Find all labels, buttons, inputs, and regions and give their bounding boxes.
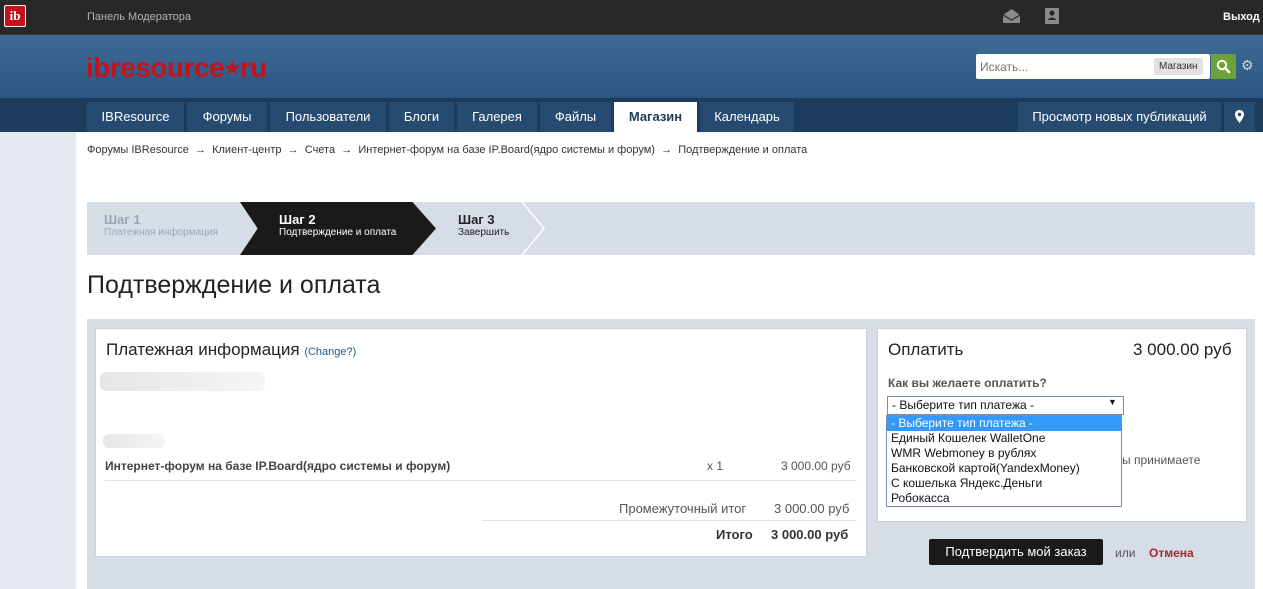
order-item-quantity: x 1: [707, 459, 724, 473]
search-input[interactable]: [980, 55, 1150, 78]
redacted-address-block: [100, 372, 265, 391]
billing-panel: [95, 328, 867, 557]
brand-ru: ru: [239, 52, 268, 83]
change-billing-link[interactable]: (Change?): [304, 346, 356, 358]
tab-forums[interactable]: Форумы: [187, 102, 267, 132]
payment-method-question: Как вы желаете оплатить?: [888, 376, 1047, 390]
payment-amount: 3 000.00 руб: [1133, 340, 1232, 359]
breadcrumb-item[interactable]: Счета: [305, 144, 335, 156]
tab-gallery[interactable]: Галерея: [457, 102, 537, 132]
total-value: 3 000.00 руб: [771, 527, 849, 542]
terms-text-fragment: ы принимаете: [1122, 453, 1201, 467]
step-1: Шаг 1 Платежная информация: [104, 212, 218, 238]
tab-blogs[interactable]: Блоги: [389, 102, 454, 132]
breadcrumb-current: Подтверждение и оплата: [678, 144, 808, 156]
subtotal-label: Промежуточный итог: [619, 501, 747, 516]
billing-heading: Платежная информация (Change?): [106, 340, 356, 360]
left-gutter: [0, 132, 76, 589]
step-2: Шаг 2 Подтверждение и оплата: [279, 212, 396, 238]
payment-option[interactable]: С кошелька Яндекс.Деньги: [887, 476, 1121, 491]
breadcrumb-item[interactable]: Форумы IBResource: [87, 144, 189, 156]
payment-title: Оплатить: [888, 340, 964, 359]
tab-users[interactable]: Пользователи: [270, 102, 386, 132]
tab-ibresource[interactable]: IBResource: [87, 102, 184, 132]
payment-option[interactable]: Банковской картой(YandexMoney): [887, 461, 1121, 476]
row-divider: [105, 480, 857, 481]
logout-link[interactable]: Выход: [1223, 11, 1260, 23]
confirm-order-button[interactable]: Подтвердить мой заказ: [929, 539, 1103, 565]
breadcrumb-item[interactable]: Клиент-центр: [212, 144, 281, 156]
step-3: Шаг 3 Завершить: [458, 212, 509, 238]
map-pin-icon: [1235, 110, 1244, 123]
tab-shop[interactable]: Магазин: [614, 102, 697, 132]
dropdown-arrow-icon[interactable]: ▼: [1108, 397, 1117, 407]
gear-icon[interactable]: ⚙: [1241, 58, 1255, 72]
search-icon: [1216, 59, 1231, 74]
order-item-price: 3 000.00 руб: [781, 459, 851, 473]
or-text: или: [1115, 546, 1136, 560]
search-button[interactable]: [1211, 54, 1236, 79]
notifications-icon[interactable]: [1045, 8, 1059, 24]
step-1-title: Шаг 1: [104, 212, 141, 227]
billing-title: Платежная информация: [106, 340, 300, 359]
tab-calendar[interactable]: Календарь: [700, 102, 794, 132]
step-arrow-icon: [521, 202, 545, 255]
search-scope-badge[interactable]: Магазин: [1154, 58, 1203, 75]
step-2-title: Шаг 2: [279, 212, 316, 227]
payment-method-select[interactable]: - Выберите тип платежа -: [887, 396, 1124, 415]
payment-option[interactable]: Единый Кошелек WalletOne: [887, 431, 1121, 446]
cancel-link[interactable]: Отмена: [1149, 546, 1194, 560]
payment-option[interactable]: Робокасса: [887, 491, 1121, 506]
brand-ib: ib: [86, 52, 110, 83]
moderator-panel-link[interactable]: Панель Модератора: [87, 11, 191, 23]
step-3-subtitle: Завершить: [458, 227, 510, 238]
subtotal-value: 3 000.00 руб: [774, 501, 850, 516]
star-icon: ★: [224, 58, 240, 78]
breadcrumb-sep: →: [287, 144, 299, 156]
breadcrumb: Форумы IBResource → Клиент-центр → Счета…: [87, 144, 807, 156]
breadcrumb-item[interactable]: Интернет-форум на базе IP.Board(ядро сис…: [358, 144, 655, 156]
page-title: Подтверждение и оплата: [87, 271, 381, 299]
redacted-address-line: [103, 434, 165, 448]
order-item-name: Интернет-форум на базе IP.Board(ядро сис…: [105, 459, 451, 473]
payment-option[interactable]: - Выберите тип платежа -: [887, 416, 1121, 431]
breadcrumb-sep: →: [661, 144, 673, 156]
total-label: Итого: [716, 527, 753, 542]
payment-option[interactable]: WMR Webmoney в рублях: [887, 446, 1121, 461]
step-1-subtitle: Платежная информация: [104, 227, 218, 238]
brand-logo[interactable]: ibresource★ru: [86, 50, 267, 86]
view-new-posts-button[interactable]: Просмотр новых публикаций: [1018, 102, 1221, 132]
messages-icon[interactable]: [1002, 8, 1021, 24]
subtotal-divider: [482, 520, 857, 521]
tab-files[interactable]: Файлы: [540, 102, 611, 132]
step-2-subtitle: Подтверждение и оплата: [279, 227, 397, 238]
map-pin-button[interactable]: [1224, 102, 1255, 132]
brand-resource: resource: [109, 52, 225, 83]
site-logo-icon[interactable]: ib: [4, 5, 26, 27]
step-3-title: Шаг 3: [458, 212, 495, 227]
breadcrumb-sep: →: [194, 144, 206, 156]
breadcrumb-sep: →: [341, 144, 353, 156]
